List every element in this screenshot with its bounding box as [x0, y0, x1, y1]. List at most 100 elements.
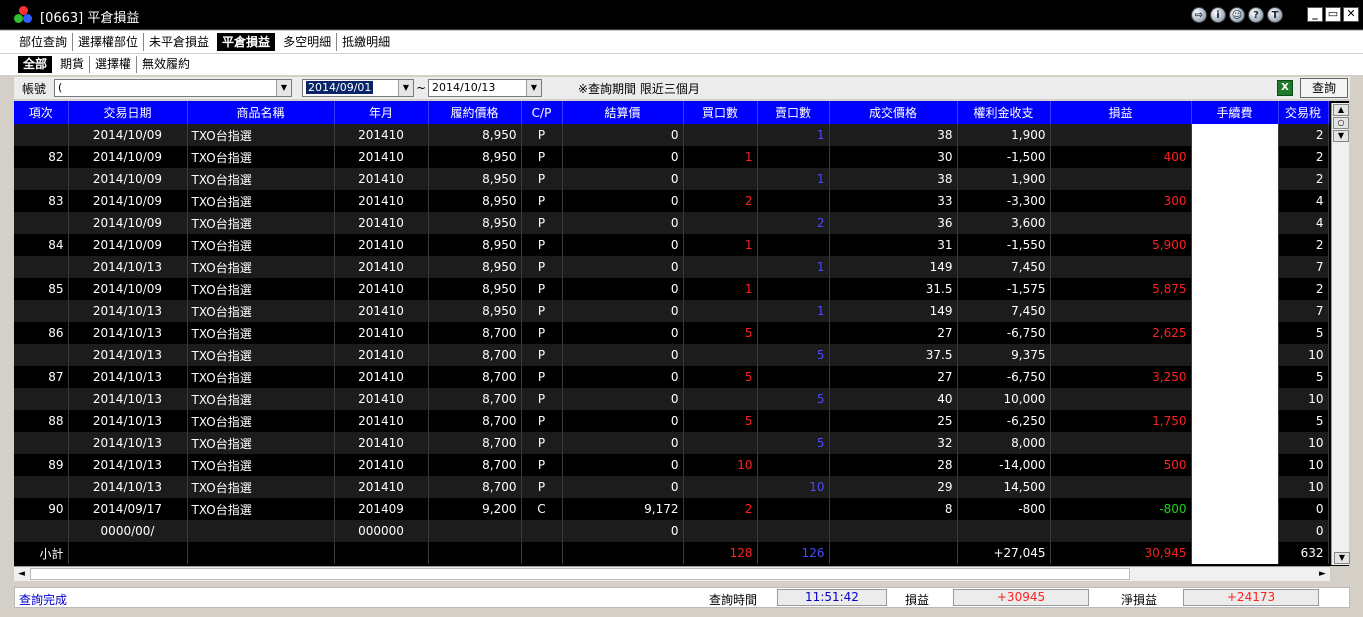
cell-date: 2014/10/13	[68, 454, 188, 476]
tab-long-short-detail[interactable]: 多空明細	[278, 33, 338, 51]
table-row[interactable]: 2014/10/13 TXO台指選 201410 8,950 P 0 1 149 7,450 7	[14, 300, 1329, 322]
date-range-separator: ~	[415, 81, 427, 95]
scroll-thumb[interactable]	[30, 568, 1130, 580]
date-to-select[interactable]: 2014/10/13 ▼	[428, 79, 542, 97]
table-row[interactable]: 2014/10/13 TXO台指選 201410 8,950 P 0 1 149 7,450 7	[14, 256, 1329, 278]
table-row[interactable]: 84 2014/10/09 TXO台指選 201410 8,950 P 0 1 31 -1,550…	[14, 234, 1329, 256]
scroll-top-icon[interactable]: ▲	[1333, 104, 1349, 116]
cell-buy: 1	[683, 234, 758, 256]
cell-name: TXO台指選	[187, 234, 335, 256]
cell-pnl	[1050, 256, 1192, 278]
cell-settle: 0	[562, 300, 684, 322]
scroll-left-icon[interactable]: ◄	[15, 568, 28, 580]
query-button[interactable]: 查詢	[1300, 78, 1348, 98]
cell-tax: 10	[1278, 388, 1329, 410]
text-size-icon[interactable]: T	[1267, 7, 1283, 23]
vertical-scrollbar[interactable]: ▲ ○ ▼ ▼	[1331, 103, 1350, 565]
horizontal-scrollbar[interactable]: ◄ ►	[14, 566, 1330, 581]
minimize-button[interactable]: _	[1307, 7, 1323, 22]
cell-cp: P	[521, 190, 563, 212]
subtotal-row[interactable]: 小計 128 126 +27,045 30,945 632	[14, 542, 1329, 564]
maximize-button[interactable]: ▭	[1325, 7, 1341, 22]
app-logo-icon	[14, 5, 32, 24]
column-header[interactable]: 交易稅	[1278, 101, 1329, 124]
cell-pnl: 5,900	[1050, 234, 1192, 256]
cell-no: 85	[14, 278, 69, 300]
table-row[interactable]: 89 2014/10/13 TXO台指選 201410 8,700 P 0 10 28 -14,0…	[14, 454, 1329, 476]
column-header[interactable]: 結算價	[562, 101, 684, 124]
column-header[interactable]: 成交價格	[829, 101, 958, 124]
cell-premium: -800	[957, 498, 1051, 520]
scroll-down-icon[interactable]: ▼	[1333, 130, 1349, 142]
column-header[interactable]: 項次	[14, 101, 69, 124]
service-icon[interactable]: ☺	[1229, 7, 1245, 23]
column-header[interactable]: 損益	[1050, 101, 1192, 124]
table-row[interactable]: 0000/00/000000 0 0	[14, 520, 1329, 542]
table-row[interactable]: 87 2014/10/13 TXO台指選 201410 8,700 P 0 5 27 -6,750…	[14, 366, 1329, 388]
table-row[interactable]: 2014/10/13 TXO台指選 201410 8,700 P 0 5 37.5 9,375 1…	[14, 344, 1329, 366]
scroll-bottom-icon[interactable]: ▼	[1334, 552, 1350, 564]
cell-no	[14, 168, 69, 190]
excel-export-icon[interactable]: X	[1277, 80, 1293, 96]
column-header[interactable]: 交易日期	[68, 101, 188, 124]
table-row[interactable]: 86 2014/10/13 TXO台指選 201410 8,700 P 0 5 27 -6,750…	[14, 322, 1329, 344]
tab-position-query[interactable]: 部位查詢	[14, 33, 74, 51]
table-row[interactable]: 88 2014/10/13 TXO台指選 201410 8,700 P 0 5 25 -6,250…	[14, 410, 1329, 432]
table-row[interactable]: 2014/10/09 TXO台指選 201410 8,950 P 0 1 38 1,900 2	[14, 124, 1329, 146]
cell-no	[14, 124, 69, 146]
cell-no: 89	[14, 454, 69, 476]
cell-no: 87	[14, 366, 69, 388]
tab-open-pnl[interactable]: 未平倉損益	[144, 33, 214, 51]
chevron-down-icon[interactable]: ▼	[276, 80, 291, 96]
table-row[interactable]: 82 2014/10/09 TXO台指選 201410 8,950 P 0 1 30 -1,500…	[14, 146, 1329, 168]
subtab-futures[interactable]: 期貨	[55, 56, 91, 73]
close-button[interactable]: ✕	[1343, 7, 1359, 22]
scroll-middle-icon[interactable]: ○	[1333, 117, 1349, 129]
table-row[interactable]: 83 2014/10/09 TXO台指選 201410 8,950 P 0 2 33 -3,300…	[14, 190, 1329, 212]
table-row[interactable]: 2014/10/13 TXO台指選 201410 8,700 P 0 10 29 14,500 1…	[14, 476, 1329, 498]
tab-option-position[interactable]: 選擇權部位	[73, 33, 145, 51]
cell-fee	[1191, 344, 1279, 366]
cell-cp: P	[521, 212, 563, 234]
help-icon[interactable]: ?	[1248, 7, 1264, 23]
column-header[interactable]: 履約價格	[428, 101, 522, 124]
date-from-value: 2014/09/01	[306, 81, 374, 94]
account-select[interactable]: ( ▼	[54, 79, 292, 97]
cell-ym: 201410	[334, 168, 429, 190]
cell-ym: 201409	[334, 498, 429, 520]
tab-closed-pnl[interactable]: 平倉損益	[217, 33, 276, 51]
query-time-label: 查詢時間	[709, 593, 758, 607]
subtab-invalid-exercise[interactable]: 無效履約	[137, 56, 195, 73]
cell-tax: 4	[1278, 212, 1329, 234]
table-row[interactable]: 2014/10/13 TXO台指選 201410 8,700 P 0 5 40 10,000 10	[14, 388, 1329, 410]
table-row[interactable]: 85 2014/10/09 TXO台指選 201410 8,950 P 0 1 31.5 -1,5…	[14, 278, 1329, 300]
column-header[interactable]: 手續費	[1191, 101, 1279, 124]
column-header[interactable]: 商品名稱	[187, 101, 335, 124]
scroll-right-icon[interactable]: ►	[1316, 568, 1329, 580]
exit-icon[interactable]: ⇨	[1191, 7, 1207, 23]
chevron-down-icon[interactable]: ▼	[526, 80, 541, 96]
tab-collateral-detail[interactable]: 抵繳明細	[337, 33, 395, 51]
column-header[interactable]: 賣口數	[757, 101, 830, 124]
column-header[interactable]: 買口數	[683, 101, 758, 124]
table-row[interactable]: 90 2014/09/17 TXO台指選 201409 9,200 C 9,172 2 8 -80…	[14, 498, 1329, 520]
column-header[interactable]: 年月	[334, 101, 429, 124]
subtab-options[interactable]: 選擇權	[90, 56, 138, 73]
table-row[interactable]: 2014/10/09 TXO台指選 201410 8,950 P 0 1 38 1,900 2	[14, 168, 1329, 190]
column-header[interactable]: C/P	[521, 101, 563, 124]
table-row[interactable]: 2014/10/13 TXO台指選 201410 8,700 P 0 5 32 8,000 10	[14, 432, 1329, 454]
table-row[interactable]: 2014/10/09 TXO台指選 201410 8,950 P 0 2 36 3,600 4	[14, 212, 1329, 234]
date-from-select[interactable]: 2014/09/01 ▼	[302, 79, 414, 97]
cell-name: TXO台指選	[187, 366, 335, 388]
cell-pnl	[1050, 388, 1192, 410]
chevron-down-icon[interactable]: ▼	[398, 80, 413, 96]
subtab-all[interactable]: 全部	[18, 56, 53, 73]
cell-price: 31.5	[829, 278, 958, 300]
cell-fee	[1191, 542, 1279, 564]
cell-buy	[683, 124, 758, 146]
cell-tax: 5	[1278, 366, 1329, 388]
column-header[interactable]: 權利金收支	[957, 101, 1051, 124]
cell-tax: 10	[1278, 454, 1329, 476]
info-icon[interactable]: i	[1210, 7, 1226, 23]
cell-fee	[1191, 256, 1279, 278]
